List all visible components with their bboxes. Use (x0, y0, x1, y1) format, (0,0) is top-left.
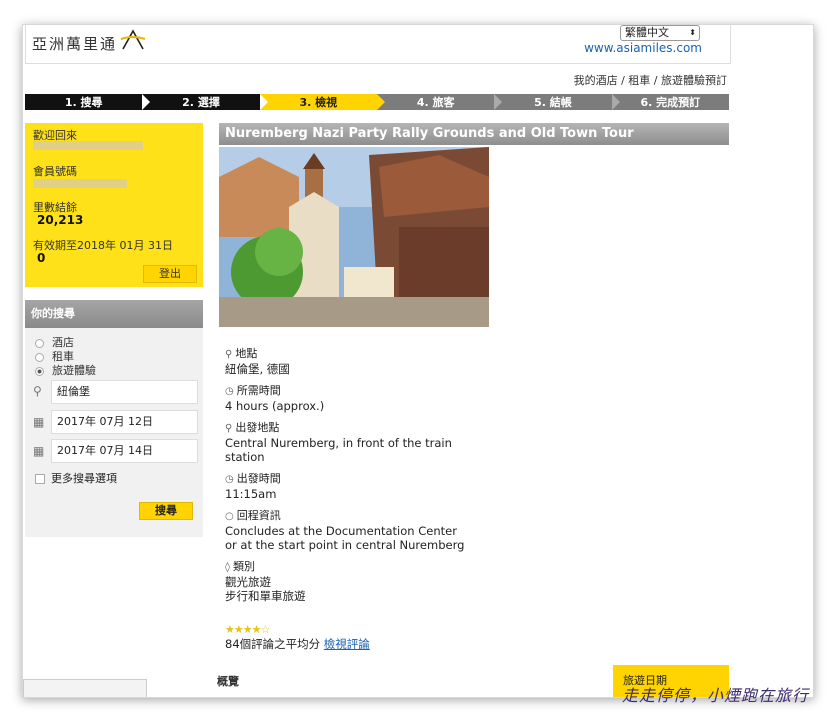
welcome-panel: 歡迎回來 會員號碼 里數結餘 20,213 有效期至2018年 01月 31日 … (25, 123, 203, 287)
step-label: 6. 完成預訂 (640, 96, 701, 109)
tour-details: ⚲ 地點 紐倫堡, 德國 ◷ 所需時間 4 hours (approx.) ⚲ 出發地… (225, 347, 465, 611)
search-button[interactable]: 搜尋 (139, 502, 193, 520)
departure-time-label: 出發時間 (236, 472, 281, 485)
step-label: 1. 搜尋 (64, 96, 103, 109)
step-label: 2. 選擇 (182, 96, 220, 109)
step-traveller: 4. 旅客 (376, 94, 503, 110)
top-links[interactable]: 我的酒店 / 租車 / 旅遊體驗預訂 (574, 72, 727, 88)
logout-button[interactable]: 登出 (143, 265, 197, 283)
radio-activities[interactable]: 旅遊體驗 (35, 362, 96, 378)
tour-title: Nuremberg Nazi Party Rally Grounds and O… (219, 123, 729, 145)
asia-miles-logo[interactable]: 亞洲萬里通 (32, 33, 117, 54)
select-arrow-icon: ⬍ (689, 28, 696, 37)
bottom-left-panel (23, 679, 147, 697)
return-icon: ○ (225, 511, 234, 522)
step-checkout: 5. 結帳 (494, 94, 620, 110)
departure-point-value: Central Nuremberg, in front of the train… (225, 436, 452, 464)
category-label: 類別 (232, 560, 255, 573)
site-link[interactable]: www.asiamiles.com (584, 41, 702, 55)
clock-icon: ◷ (225, 474, 234, 485)
language-select[interactable]: 繁體中文 ⬍ (620, 25, 700, 41)
step-label: 4. 旅客 (416, 96, 455, 109)
rating-stars: ★★★★☆ (225, 623, 270, 636)
return-label: 回程資訊 (236, 509, 281, 522)
step-select[interactable]: 2. 選擇 (142, 94, 268, 110)
pin-icon: ⚲ (225, 423, 233, 434)
expiry-value: 0 (37, 251, 46, 265)
review-summary: 84個評論之平均分 檢視評論 (225, 636, 370, 652)
duration-label: 所需時間 (236, 384, 281, 397)
overview-heading: 概覽 (217, 675, 239, 688)
booking-steps: 1. 搜尋 2. 選擇 3. 檢視 4. 旅客 5. 結帳 6. 完成預訂 (25, 94, 729, 110)
category-value-2: 步行和單車旅遊 (225, 589, 306, 603)
location-label: 地點 (235, 347, 258, 360)
radio-dot (35, 338, 44, 348)
member-number-label: 會員號碼 (33, 165, 77, 178)
location-pin-icon: ⚲ (225, 349, 233, 360)
tag-icon: ◊ (225, 562, 230, 573)
step-review: 3. 檢視 (259, 94, 385, 110)
return-value: Concludes at the Documentation Center or… (225, 524, 465, 552)
date-from-field[interactable]: 2017年 07月 12日 (51, 410, 198, 434)
browser-page: 亞洲萬里通 繁體中文 ⬍ www.asiamiles.com 我的酒店 / 租車… (22, 24, 814, 698)
more-options-label: 更多搜尋選項 (51, 472, 117, 485)
calendar-icon: ▦ (33, 444, 45, 458)
radio-label: 旅遊體驗 (52, 364, 96, 377)
balance-value: 20,213 (37, 213, 84, 227)
step-label: 5. 結帳 (534, 96, 572, 109)
departure-point-label: 出發地點 (235, 421, 280, 434)
search-panel: 你的搜尋 酒店 租車 旅遊體驗 ⚲ 紐倫堡 ▦ 2017年 07月 12日 ▦ … (25, 300, 203, 537)
step-label: 3. 檢視 (299, 96, 338, 109)
clock-icon: ◷ (225, 386, 234, 397)
view-reviews-link[interactable]: 檢視評論 (324, 637, 370, 651)
step-complete: 6. 完成預訂 (611, 94, 729, 110)
calendar-icon: ▦ (33, 415, 45, 429)
search-title: 你的搜尋 (25, 300, 203, 328)
blog-watermark: 走走停停，小煙跑在旅行 (621, 686, 809, 705)
more-options-checkbox[interactable]: 更多搜尋選項 (35, 470, 117, 486)
date-to-field[interactable]: 2017年 07月 14日 (51, 439, 198, 463)
location-value: 紐倫堡, 德國 (225, 362, 290, 376)
redacted-member-number (33, 179, 127, 188)
duration-value: 4 hours (approx.) (225, 399, 325, 413)
redacted-name (33, 141, 143, 150)
expiry-label: 有效期至2018年 01月 31日 (33, 239, 173, 252)
radio-dot-selected (35, 366, 44, 376)
category-value-1: 觀光旅遊 (225, 575, 271, 589)
location-pin-icon: ⚲ (33, 384, 42, 398)
departure-time-value: 11:15am (225, 487, 277, 501)
asia-miles-logo-icon (120, 29, 146, 50)
tour-photo (219, 147, 489, 327)
location-field[interactable]: 紐倫堡 (51, 380, 198, 404)
language-select-value: 繁體中文 (625, 26, 669, 39)
review-count-text: 84個評論之平均分 (225, 637, 321, 651)
step-search[interactable]: 1. 搜尋 (25, 94, 151, 110)
site-header: 亞洲萬里通 繁體中文 ⬍ www.asiamiles.com (25, 25, 731, 64)
checkbox (35, 474, 45, 484)
radio-dot (35, 352, 44, 362)
